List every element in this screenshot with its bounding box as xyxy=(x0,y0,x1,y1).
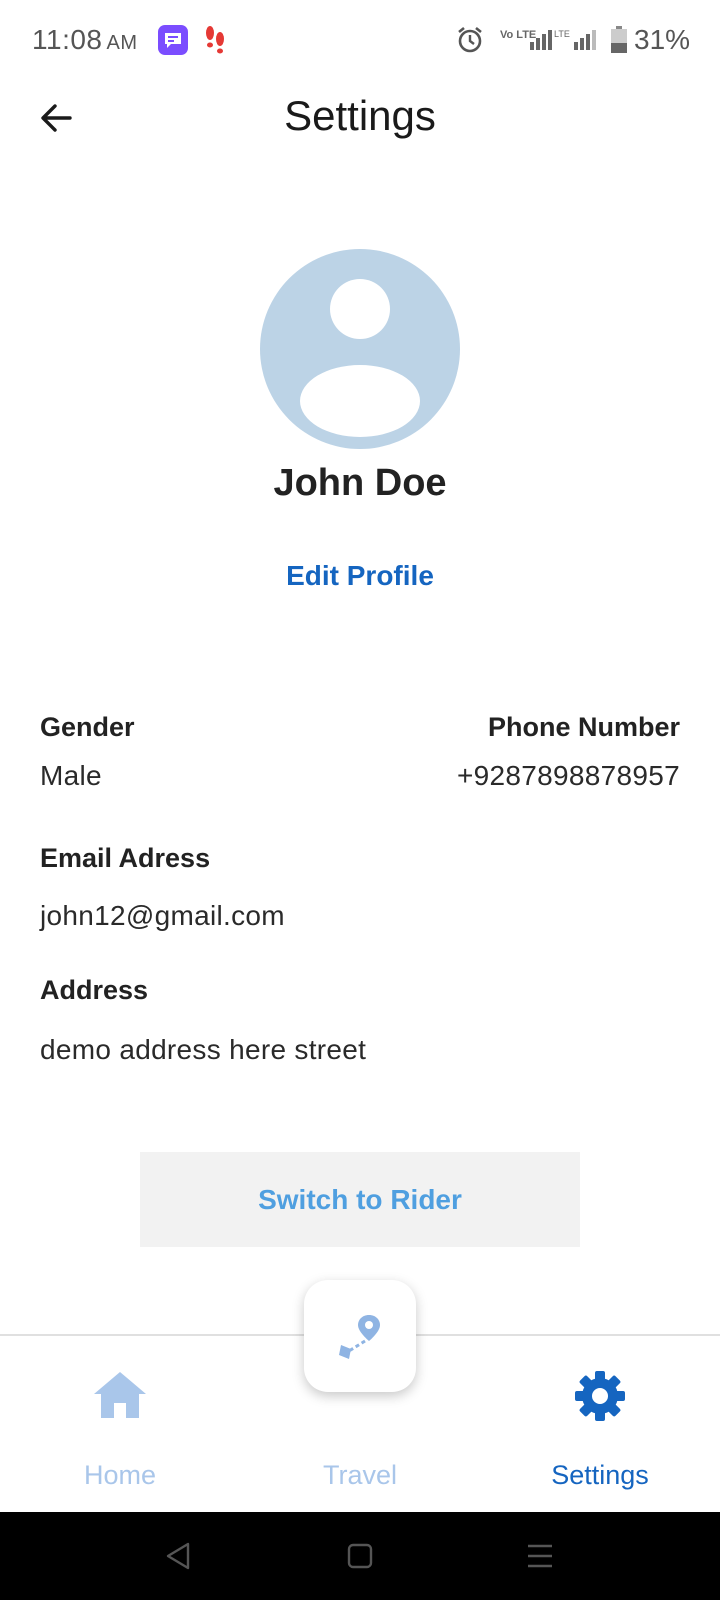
route-pin-icon xyxy=(339,1315,380,1359)
status-time-ampm: AM xyxy=(106,32,138,54)
settings-screen: 11:08 AM Vo LTE LTE 31% Settings John Do… xyxy=(0,0,720,1600)
edit-profile-link[interactable]: Edit Profile xyxy=(0,560,720,592)
status-time-value: 11:08 xyxy=(32,24,103,55)
nav-label-settings: Settings xyxy=(551,1460,649,1490)
system-nav-bar xyxy=(0,1512,720,1600)
footsteps-icon xyxy=(204,24,226,59)
system-menu-button[interactable] xyxy=(520,1536,560,1576)
gear-icon xyxy=(575,1371,625,1421)
nav-item-home[interactable]: Home xyxy=(0,1336,240,1514)
address-value: demo address here street xyxy=(40,1034,367,1065)
svg-text:LTE: LTE xyxy=(554,29,570,39)
nav-label-travel: Travel xyxy=(322,1460,397,1490)
status-time: 11:08 AM xyxy=(32,24,138,56)
email-value: john12@gmail.com xyxy=(40,900,285,931)
gender-value: Male xyxy=(40,760,102,791)
alarm-icon xyxy=(456,26,484,59)
profile-name: John Doe xyxy=(273,462,447,504)
status-bar: 11:08 AM Vo LTE LTE 31% xyxy=(0,0,720,80)
system-back-button[interactable] xyxy=(158,1536,198,1576)
triangle-back-icon xyxy=(166,1542,190,1570)
travel-fab-button[interactable] xyxy=(304,1280,416,1392)
email-label: Email Adress xyxy=(40,843,211,873)
app-bar: Settings xyxy=(0,80,720,160)
nav-item-settings[interactable]: Settings xyxy=(480,1336,720,1514)
battery-percent: 31% xyxy=(634,24,691,55)
home-icon xyxy=(94,1372,146,1418)
square-home-icon xyxy=(347,1543,373,1569)
avatar[interactable] xyxy=(260,249,460,449)
page-title: Settings xyxy=(284,92,436,139)
phone-label: Phone Number xyxy=(487,712,680,742)
phone-value: +9287898878957 xyxy=(457,760,680,791)
address-label: Address xyxy=(40,975,149,1005)
signal-icon: LTE xyxy=(530,28,600,55)
menu-lines-icon xyxy=(528,1544,552,1568)
chat-app-icon xyxy=(158,25,188,55)
system-home-button[interactable] xyxy=(340,1536,380,1576)
switch-to-rider-button[interactable]: Switch to Rider xyxy=(140,1152,580,1247)
gender-label: Gender xyxy=(40,712,135,742)
person-placeholder-icon xyxy=(300,279,420,437)
nav-label-home: Home xyxy=(83,1460,157,1490)
battery-icon xyxy=(611,26,627,53)
